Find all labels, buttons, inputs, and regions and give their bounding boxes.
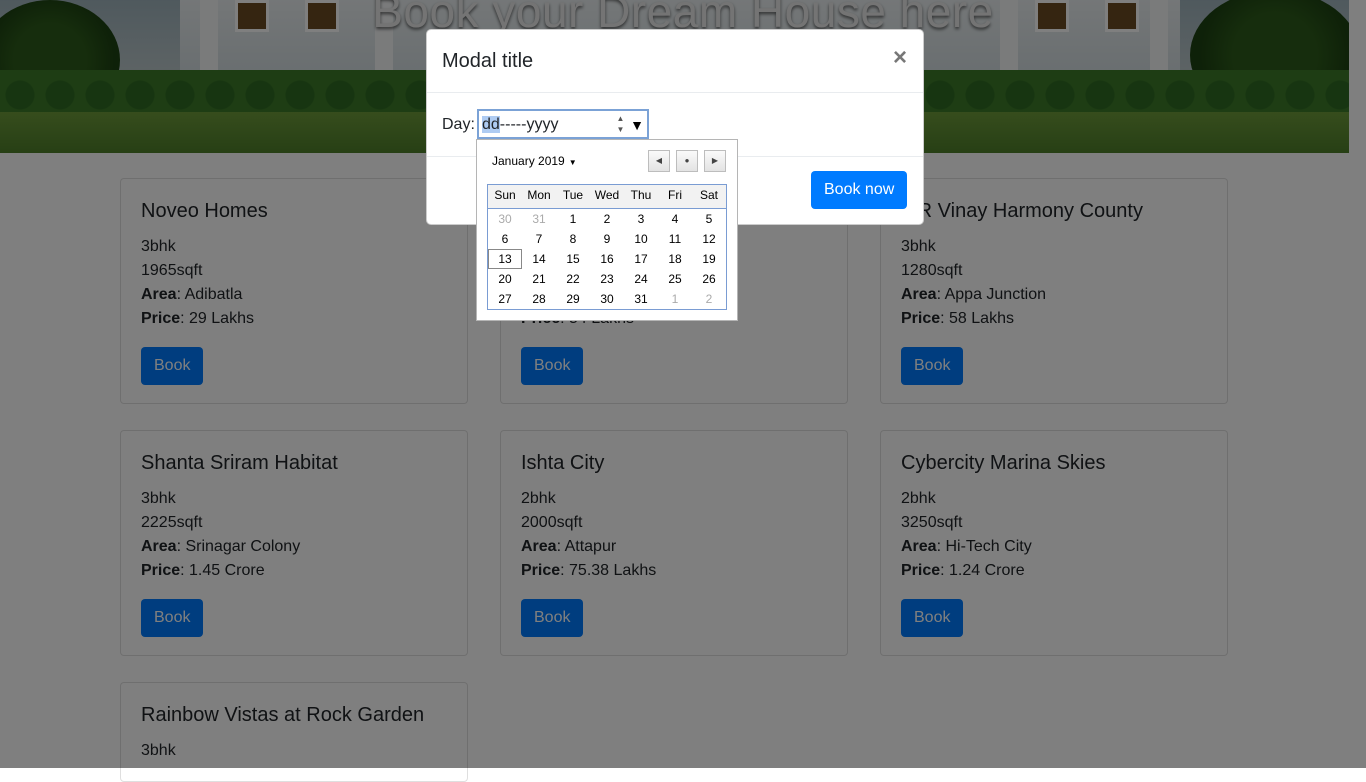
calendar-week: 27 28 29 30 31 1 2	[488, 289, 726, 309]
calendar-day[interactable]: 20	[488, 269, 522, 289]
calendar-day-today[interactable]: 13	[488, 249, 522, 269]
date-input-day-segment[interactable]: dd	[482, 116, 500, 133]
calendar-day[interactable]: 7	[522, 229, 556, 249]
month-selector[interactable]: January 2019 ▼	[492, 154, 577, 170]
calendar-week: 13 14 15 16 17 18 19	[488, 249, 726, 269]
calendar-day[interactable]: 15	[556, 249, 590, 269]
calendar-day[interactable]: 29	[556, 289, 590, 309]
calendar-day[interactable]: 31	[624, 289, 658, 309]
calendar-day[interactable]: 23	[590, 269, 624, 289]
calendar-day[interactable]: 19	[692, 249, 726, 269]
calendar-day[interactable]: 11	[658, 229, 692, 249]
calendar-day[interactable]: 27	[488, 289, 522, 309]
calendar-grid: Sun Mon Tue Wed Thu Fri Sat 30 31 1 2 3 …	[487, 184, 727, 310]
weekday-label: Thu	[630, 188, 652, 202]
calendar-day[interactable]: 30	[590, 289, 624, 309]
calendar-day[interactable]: 2	[692, 289, 726, 309]
calendar-day[interactable]: 24	[624, 269, 658, 289]
weekday-label: Sat	[699, 188, 718, 202]
calendar-day[interactable]: 30	[488, 209, 522, 229]
calendar-day[interactable]: 26	[692, 269, 726, 289]
calendar-day[interactable]: 6	[488, 229, 522, 249]
calendar-day[interactable]: 14	[522, 249, 556, 269]
spinner-icon[interactable]: ▲ ▼	[615, 113, 626, 135]
calendar-day[interactable]: 28	[522, 289, 556, 309]
weekday-header: Sun Mon Tue Wed Thu Fri Sat	[488, 185, 726, 209]
dot-icon[interactable]: ●	[676, 150, 698, 172]
weekday-label: Wed	[594, 188, 620, 202]
calendar-day[interactable]: 22	[556, 269, 590, 289]
calendar-day[interactable]: 9	[590, 229, 624, 249]
weekday-label: Sun	[494, 188, 516, 202]
day-date-input[interactable]: dd-----yyyy ▲ ▼ ▼	[477, 109, 649, 139]
calendar-day[interactable]: 2	[590, 209, 624, 229]
calendar-day[interactable]: 1	[556, 209, 590, 229]
caret-down-icon: ▼	[568, 158, 577, 167]
calendar-day[interactable]: 4	[658, 209, 692, 229]
date-picker-popup: January 2019 ▼ ◀ ● ▶ Sun Mon Tue Wed Thu …	[476, 139, 738, 321]
calendar-day[interactable]: 31	[522, 209, 556, 229]
date-input-placeholder: -----yyyy	[499, 116, 559, 133]
calendar-day[interactable]: 1	[658, 289, 692, 309]
calendar-week: 6 7 8 9 10 11 12	[488, 229, 726, 249]
modal-header: Modal title ×	[427, 30, 923, 93]
book-now-button[interactable]: Book now	[811, 171, 908, 209]
calendar-day[interactable]: 3	[624, 209, 658, 229]
calendar-day[interactable]: 10	[624, 229, 658, 249]
dropdown-arrow-icon[interactable]: ▼	[627, 114, 647, 136]
triangle-left-icon[interactable]: ◀	[648, 150, 670, 172]
weekday-label: Tue	[562, 188, 584, 202]
calendar-day[interactable]: 8	[556, 229, 590, 249]
weekday-label: Fri	[668, 188, 682, 202]
calendar-week: 30 31 1 2 3 4 5	[488, 209, 726, 229]
calendar-week: 20 21 22 23 24 25 26	[488, 269, 726, 289]
weekday-label: Mon	[527, 188, 551, 202]
modal-title: Modal title	[442, 50, 534, 72]
calendar-day[interactable]: 21	[522, 269, 556, 289]
calendar-day[interactable]: 18	[658, 249, 692, 269]
close-icon[interactable]: ×	[893, 44, 907, 72]
calendar-day[interactable]: 17	[624, 249, 658, 269]
calendar-day[interactable]: 12	[692, 229, 726, 249]
calendar-day[interactable]: 16	[590, 249, 624, 269]
calendar-day[interactable]: 5	[692, 209, 726, 229]
calendar-day[interactable]: 25	[658, 269, 692, 289]
day-label: Day:	[442, 116, 475, 133]
triangle-right-icon[interactable]: ▶	[704, 150, 726, 172]
